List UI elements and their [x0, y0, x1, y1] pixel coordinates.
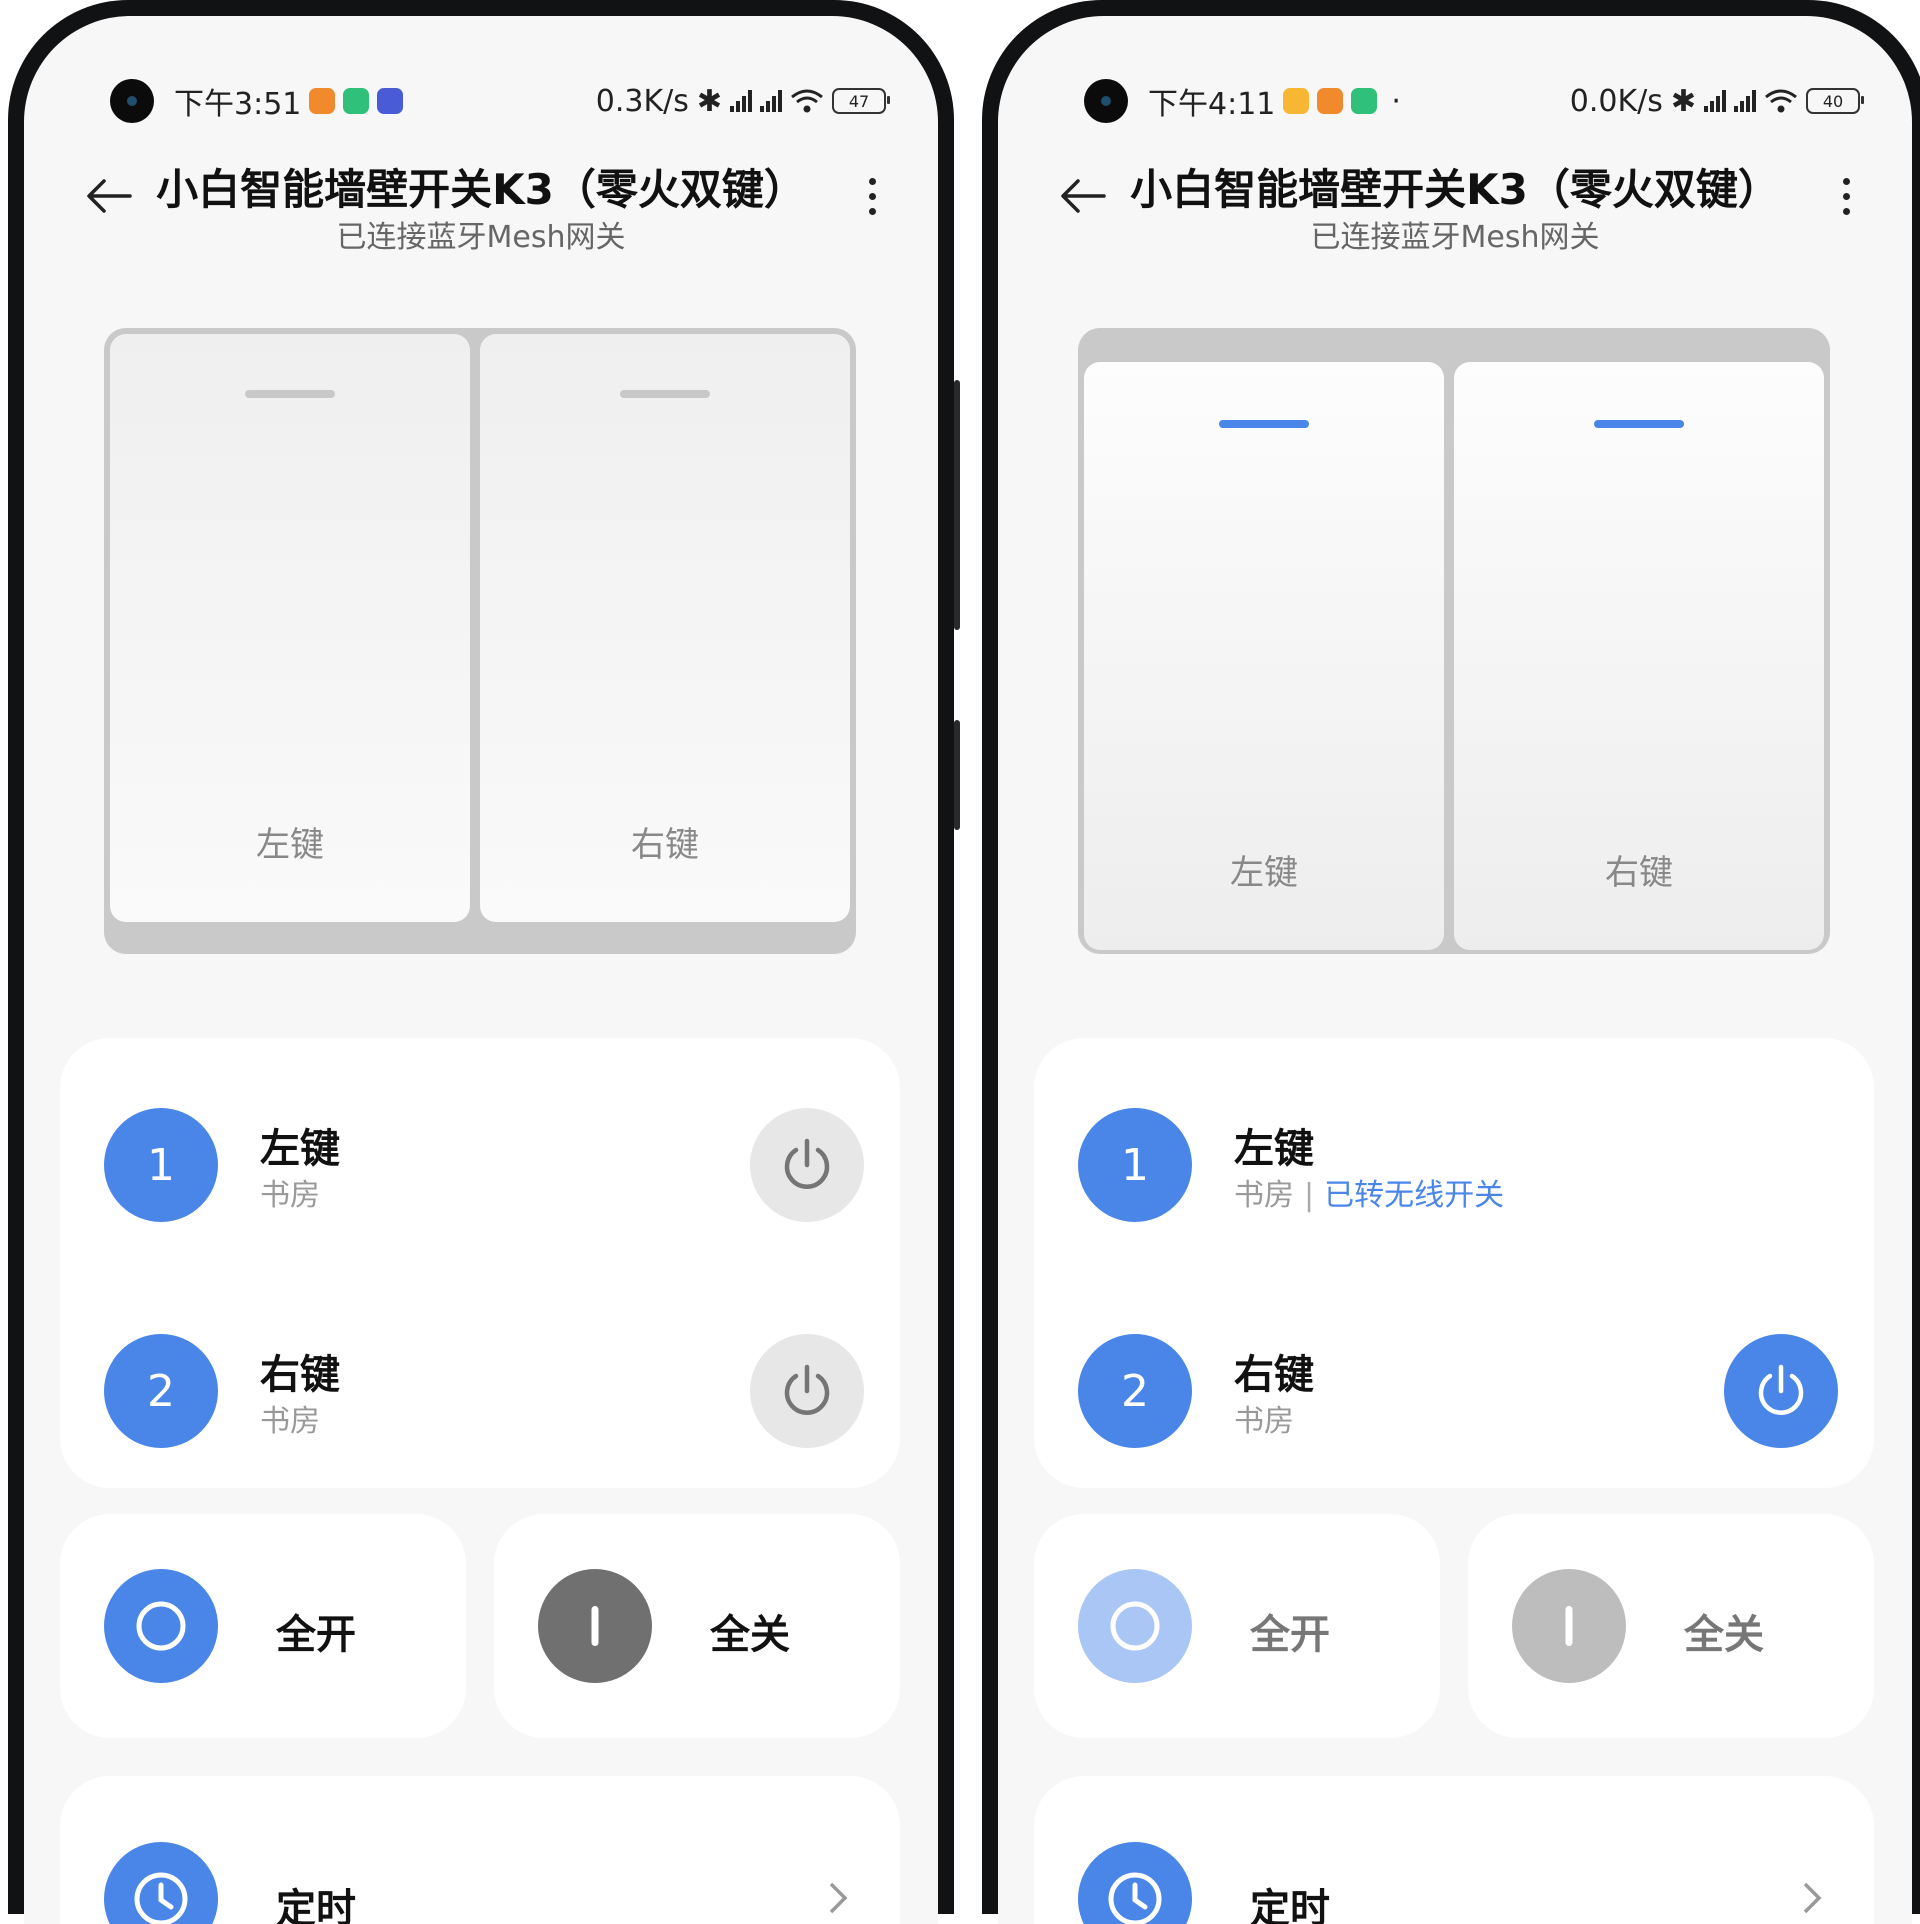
row-room: 书房 — [260, 1404, 320, 1439]
more-menu-icon[interactable] — [866, 178, 878, 224]
power-toggle-button[interactable] — [750, 1108, 864, 1222]
row-room: 书房 — [1234, 1404, 1294, 1439]
all-on-icon — [104, 1569, 218, 1683]
signal-icon — [730, 90, 752, 112]
status-time: 下午4:11 — [1148, 87, 1276, 122]
switch-left-key[interactable]: 左键 — [110, 334, 470, 922]
row-key-name[interactable]: 右键 — [260, 1342, 340, 1400]
timer-row[interactable]: 定时 — [60, 1776, 900, 1924]
key-number-badge: 1 — [104, 1108, 218, 1222]
key-number-badge: 1 — [1078, 1108, 1192, 1222]
connection-status: 已连接蓝牙Mesh网关 — [336, 220, 626, 255]
indicator-bar — [620, 390, 710, 398]
battery-level: 40 — [1822, 91, 1844, 111]
message-app-icon — [1283, 88, 1310, 114]
indicator-bar — [1594, 420, 1684, 428]
switch-left-key[interactable]: 左键 — [1084, 362, 1444, 950]
switch-right-key[interactable]: 右键 — [1454, 362, 1824, 950]
all-on-label: 全开 — [276, 1612, 356, 1658]
phone-frame-left: 下午3:51 0.3K/s ✱ 47 小白智能墙壁开关K3（零火双键） 已连接蓝… — [8, 0, 960, 1924]
key-number-badge: 2 — [1078, 1334, 1192, 1448]
indicator-bar — [1219, 420, 1309, 428]
mihome-app-icon — [343, 88, 370, 114]
volume-button — [954, 380, 960, 630]
screen-right: 下午4:11 · 0.0K/s ✱ 40 小白智能墙壁开关K3（零火双键） 已连… — [998, 16, 1912, 1924]
screen-left: 下午3:51 0.3K/s ✱ 47 小白智能墙壁开关K3（零火双键） 已连接蓝… — [24, 16, 938, 1924]
more-menu-icon[interactable] — [1840, 178, 1852, 224]
net-speed: 0.0K/s — [1569, 83, 1663, 119]
connection-status: 已连接蓝牙Mesh网关 — [1310, 220, 1600, 255]
taobao-app-icon — [1317, 88, 1344, 114]
row-room: 书房 | 已转无线开关 — [1234, 1178, 1505, 1213]
power-icon — [784, 1138, 830, 1189]
all-off-icon — [1512, 1569, 1626, 1683]
wireless-switch-tag: 已转无线开关 — [1324, 1178, 1505, 1213]
phone-frame-right: 下午4:11 · 0.0K/s ✱ 40 小白智能墙壁开关K3（零火双键） 已连… — [982, 0, 1920, 1924]
net-speed: 0.3K/s — [595, 83, 689, 119]
status-bar: 下午4:11 · 0.0K/s ✱ 40 — [1084, 76, 1864, 126]
front-camera — [110, 79, 154, 123]
all-off-button[interactable]: 全关 — [494, 1514, 900, 1738]
row-room: 书房 — [260, 1178, 320, 1213]
all-off-icon — [538, 1569, 652, 1683]
battery-icon: 40 — [1806, 88, 1864, 114]
all-on-button[interactable]: 全开 — [60, 1514, 466, 1738]
signal-icon — [1704, 90, 1726, 112]
row-key-name[interactable]: 右键 — [1234, 1342, 1314, 1400]
battery-icon: 47 — [832, 88, 890, 114]
clock-icon — [104, 1842, 218, 1924]
status-time: 下午3:51 — [174, 87, 302, 122]
page-title: 小白智能墙壁开关K3（零火双键） — [1130, 165, 1780, 214]
all-off-label: 全关 — [710, 1612, 790, 1658]
key-list-card: 1 左键 书房 2 右键 书房 — [60, 1038, 900, 1488]
power-toggle-button[interactable] — [750, 1334, 864, 1448]
key-label: 右键 — [631, 825, 699, 865]
power-toggle-button[interactable] — [1724, 1334, 1838, 1448]
status-bar: 下午3:51 0.3K/s ✱ 47 — [110, 76, 890, 126]
power-button — [954, 720, 960, 830]
key-number-badge: 2 — [104, 1334, 218, 1448]
app-notification-icon — [377, 88, 404, 114]
timer-label: 定时 — [276, 1886, 356, 1924]
bluetooth-icon: ✱ — [1670, 83, 1696, 119]
timer-label: 定时 — [1250, 1886, 1330, 1924]
key-label: 左键 — [1230, 853, 1298, 893]
all-on-label: 全开 — [1250, 1612, 1330, 1658]
all-on-button[interactable]: 全开 — [1034, 1514, 1440, 1738]
battery-level: 47 — [848, 91, 870, 111]
power-icon — [784, 1364, 830, 1415]
clock-icon — [1078, 1842, 1192, 1924]
more-notifications-dot-icon: · — [1391, 83, 1401, 119]
page-title: 小白智能墙壁开关K3（零火双键） — [156, 165, 806, 214]
status-right: 0.0K/s ✱ 40 — [1569, 83, 1864, 119]
key-list-card: 1 左键 书房 | 已转无线开关 2 右键 书房 — [1034, 1038, 1874, 1488]
all-on-icon — [1078, 1569, 1192, 1683]
all-off-button[interactable]: 全关 — [1468, 1514, 1874, 1738]
row-key-name[interactable]: 左键 — [1234, 1116, 1314, 1174]
wifi-icon — [791, 89, 823, 113]
row-key-name[interactable]: 左键 — [260, 1116, 340, 1174]
mihome-app-icon — [1351, 88, 1378, 114]
power-icon — [1758, 1364, 1804, 1415]
header: 小白智能墙壁开关K3（零火双键） 已连接蓝牙Mesh网关 — [998, 146, 1912, 256]
wifi-icon — [1765, 89, 1797, 113]
switch-panel: 左键 右键 — [1078, 328, 1830, 954]
timer-row[interactable]: 定时 — [1034, 1776, 1874, 1924]
status-right: 0.3K/s ✱ 47 — [595, 83, 890, 119]
indicator-bar — [245, 390, 335, 398]
switch-right-key[interactable]: 右键 — [480, 334, 850, 922]
signal-icon-2 — [760, 90, 782, 112]
key-label: 右键 — [1605, 853, 1673, 893]
bluetooth-icon: ✱ — [696, 83, 722, 119]
switch-panel: 左键 右键 — [104, 328, 856, 954]
front-camera — [1084, 79, 1128, 123]
chevron-right-icon — [1803, 1882, 1822, 1914]
key-label: 左键 — [256, 825, 324, 865]
signal-icon-2 — [1734, 90, 1756, 112]
all-off-label: 全关 — [1684, 1612, 1764, 1658]
header: 小白智能墙壁开关K3（零火双键） 已连接蓝牙Mesh网关 — [24, 146, 938, 256]
taobao-app-icon — [309, 88, 336, 114]
chevron-right-icon — [829, 1882, 848, 1914]
